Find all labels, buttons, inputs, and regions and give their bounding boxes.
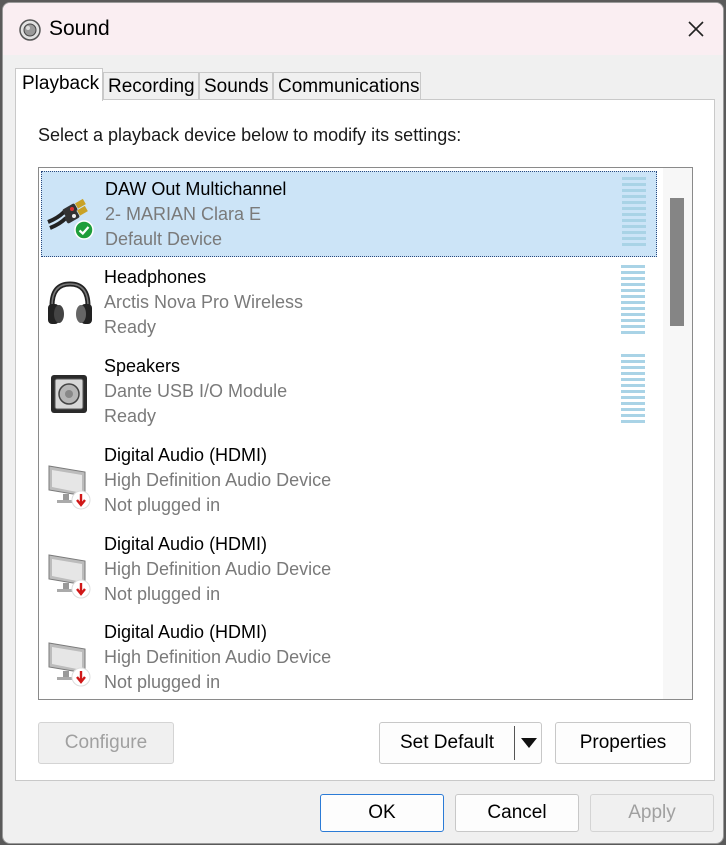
- device-status: Ready: [104, 317, 157, 337]
- sound-dialog: Sound Playback Recording Sounds Communic…: [2, 2, 724, 844]
- device-status: Not plugged in: [104, 672, 221, 692]
- tab-recording[interactable]: Recording: [103, 72, 199, 100]
- device-name: Speakers: [104, 356, 181, 376]
- device-list[interactable]: DAW Out Multichannel 2- MARIAN Clara E D…: [38, 167, 693, 700]
- tab-sounds[interactable]: Sounds: [199, 72, 273, 100]
- properties-button[interactable]: Properties: [555, 722, 691, 764]
- cancel-button[interactable]: Cancel: [455, 794, 579, 832]
- device-status: Not plugged in: [104, 495, 221, 515]
- window-title: Sound: [49, 17, 110, 40]
- device-name: Digital Audio (HDMI): [104, 445, 268, 465]
- title-bar: Sound: [3, 3, 723, 55]
- device-description: High Definition Audio Device: [104, 559, 332, 579]
- device-name: Digital Audio (HDMI): [104, 534, 268, 554]
- device-name: DAW Out Multichannel: [105, 179, 287, 199]
- headphones-icon: [48, 281, 92, 324]
- device-description: Arctis Nova Pro Wireless: [104, 292, 304, 312]
- device-list-scrollbar[interactable]: [663, 168, 692, 699]
- speaker-knob-icon: [19, 19, 41, 41]
- device-description: Dante USB I/O Module: [104, 381, 288, 401]
- playback-panel: Select a playback device below to modify…: [15, 99, 715, 781]
- tab-playback[interactable]: Playback: [15, 68, 103, 101]
- device-name: Digital Audio (HDMI): [104, 622, 268, 642]
- set-default-split-button[interactable]: Set Default: [379, 722, 542, 764]
- device-item[interactable]: Speakers Dante USB I/O Module Ready: [41, 349, 657, 435]
- close-icon: [688, 21, 704, 37]
- device-item[interactable]: DAW Out Multichannel 2- MARIAN Clara E D…: [41, 171, 657, 257]
- tab-communications[interactable]: Communications: [273, 72, 421, 100]
- device-name: Headphones: [104, 267, 207, 287]
- device-item[interactable]: Digital Audio (HDMI) High Definition Aud…: [41, 438, 657, 524]
- scroll-thumb[interactable]: [670, 198, 684, 326]
- device-status: Ready: [104, 406, 157, 426]
- split-divider: [514, 726, 515, 760]
- device-status: Default Device: [105, 229, 223, 249]
- device-item[interactable]: Headphones Arctis Nova Pro Wireless Read…: [41, 260, 657, 346]
- set-default-label: Set Default: [400, 732, 494, 753]
- level-meter: [621, 265, 645, 334]
- ok-button[interactable]: OK: [320, 794, 444, 832]
- configure-button[interactable]: Configure: [38, 722, 174, 764]
- device-description: High Definition Audio Device: [104, 647, 332, 667]
- device-item[interactable]: Digital Audio (HDMI) High Definition Aud…: [41, 615, 657, 699]
- default-check-icon: [74, 220, 94, 240]
- chevron-down-icon: [521, 738, 537, 748]
- unplugged-arrow-icon: [71, 579, 91, 599]
- unplugged-arrow-icon: [71, 667, 91, 687]
- device-description: High Definition Audio Device: [104, 470, 332, 490]
- close-button[interactable]: [669, 3, 723, 55]
- instruction-text: Select a playback device below to modify…: [38, 125, 462, 145]
- level-meter: [621, 354, 645, 423]
- apply-button[interactable]: Apply: [590, 794, 714, 832]
- unplugged-arrow-icon: [71, 490, 91, 510]
- speaker-icon: [51, 375, 87, 413]
- device-status: Not plugged in: [104, 584, 221, 604]
- level-meter: [622, 177, 646, 246]
- set-default-dropdown[interactable]: [518, 723, 540, 763]
- device-description: 2- MARIAN Clara E: [105, 204, 262, 224]
- device-item[interactable]: Digital Audio (HDMI) High Definition Aud…: [41, 527, 657, 613]
